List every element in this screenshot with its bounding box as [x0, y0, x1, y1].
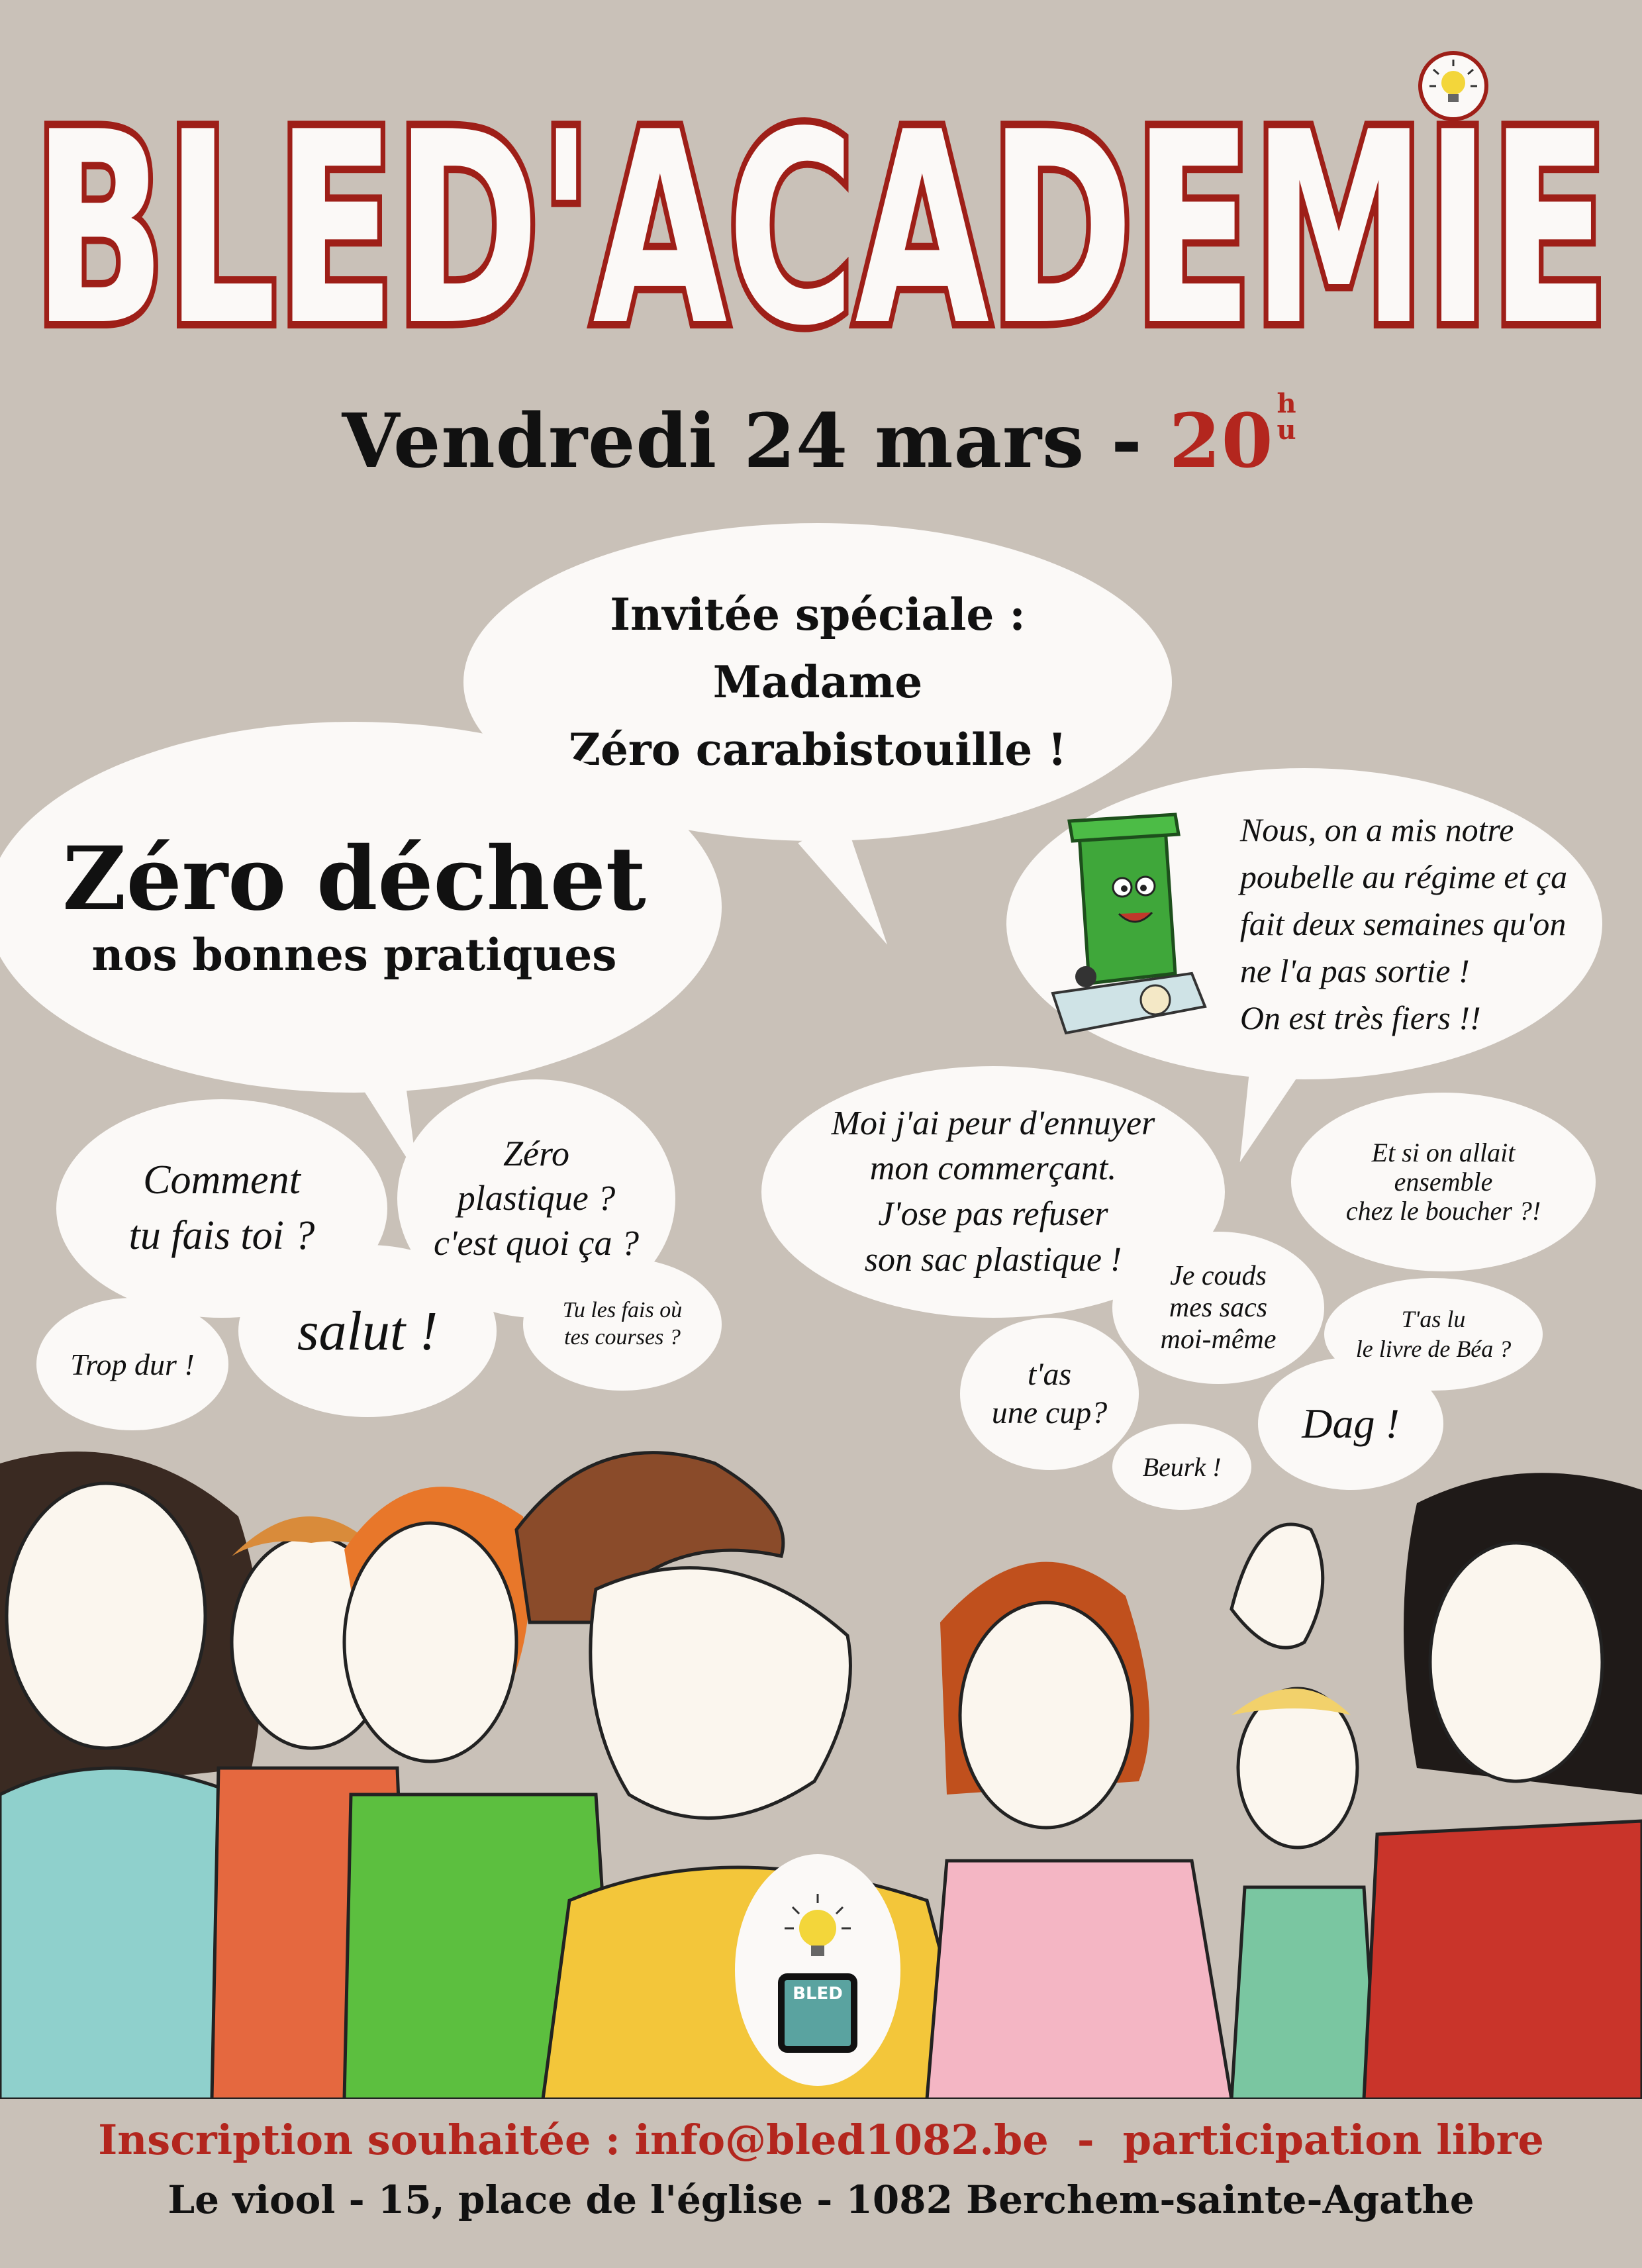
- main-title: Zéro déchet: [62, 827, 646, 930]
- bin-line-3: fait deux semaines qu'on: [1239, 905, 1567, 942]
- main-bubble: Zéro déchet nos bonnes pratiques: [0, 722, 722, 1093]
- logo-box: BLED: [778, 1973, 857, 2053]
- salut-text: salut !: [297, 1300, 438, 1362]
- couds-bubble: Je couds mes sacs moi-même: [1112, 1232, 1324, 1384]
- green-bin-icon: [1051, 813, 1207, 1035]
- bin-line-2: poubelle au régime et ça: [1239, 858, 1568, 895]
- poster-title: BLED'ACADEMIE: [0, 51, 1642, 391]
- logo-text: BLED: [793, 1984, 843, 2004]
- livre-line-1: T'as lu: [1401, 1306, 1466, 1332]
- title-text: BLED'ACADEMIE: [33, 76, 1609, 364]
- livre-line-2: le livre de Béa ?: [1355, 1336, 1512, 1362]
- couds-line-3: moi-même: [1160, 1324, 1277, 1356]
- ennuyer-line-2: mon commerçant.: [869, 1150, 1117, 1188]
- hour-suffix-u: u: [1277, 415, 1297, 446]
- comment-line-1: Comment: [143, 1158, 301, 1203]
- trop-dur-text: Trop dur !: [70, 1347, 195, 1381]
- couds-line-2: mes sacs: [1169, 1292, 1268, 1323]
- guest-line-3: Zéro carabistouille !: [568, 724, 1067, 776]
- boucher-line-2: ensemble: [1394, 1167, 1493, 1197]
- guest-line-2: Madame: [712, 656, 923, 708]
- registration-line: Inscription souhaitée : info@bled1082.be…: [98, 2116, 1544, 2164]
- guest-bubble-tail: [798, 816, 910, 958]
- trop-dur-bubble: Trop dur !: [36, 1298, 228, 1430]
- event-date: Vendredi 24 mars - 20 h u: [0, 391, 1642, 485]
- cup-line-1: t'as: [1027, 1357, 1072, 1393]
- bin-line-5: On est très fiers !!: [1239, 999, 1481, 1036]
- bled-logo: BLED: [735, 1854, 900, 2086]
- bin-line-1: Nous, on a mis notre: [1239, 811, 1514, 848]
- date-text: Vendredi 24 mars -: [342, 398, 1143, 485]
- main-subtitle: nos bonnes pratiques: [91, 928, 617, 981]
- plastique-line-2: plastique ?: [457, 1178, 616, 1218]
- salut-bubble: salut !: [238, 1245, 497, 1417]
- ennuyer-line-3: J'ose pas refuser: [878, 1195, 1108, 1233]
- address-line: Le viool - 15, place de l'église - 1082 …: [168, 2177, 1474, 2222]
- ennuyer-line-1: Moi j'ai peur d'ennuyer: [831, 1104, 1155, 1142]
- courses-line-1: Tu les fais où: [562, 1298, 683, 1323]
- event-hour: 20: [1169, 398, 1274, 485]
- courses-bubble: Tu les fais où tes courses ?: [523, 1258, 722, 1391]
- plastique-line-1: Zéro: [503, 1133, 569, 1173]
- logo-lightbulb-icon: [785, 1894, 851, 1956]
- boucher-line-3: chez le boucher ?!: [1345, 1196, 1541, 1226]
- boucher-line-1: Et si on allait: [1371, 1138, 1516, 1167]
- comment-line-2: tu fais toi ?: [128, 1213, 315, 1258]
- title-lettering: BLED'ACADEMIE: [26, 69, 1616, 391]
- ennuyer-line-4: son sac plastique !: [864, 1240, 1122, 1279]
- guest-line-1: Invitée spéciale :: [610, 588, 1026, 640]
- bin-line-4: ne l'a pas sortie !: [1239, 952, 1470, 989]
- couds-line-1: Je couds: [1170, 1260, 1267, 1291]
- boucher-bubble: Et si on allait ensemble chez le boucher…: [1291, 1093, 1596, 1271]
- lightbulb-icon: [1418, 51, 1488, 121]
- hour-suffix: hu: [1274, 391, 1300, 444]
- courses-line-2: tes courses ?: [564, 1325, 681, 1350]
